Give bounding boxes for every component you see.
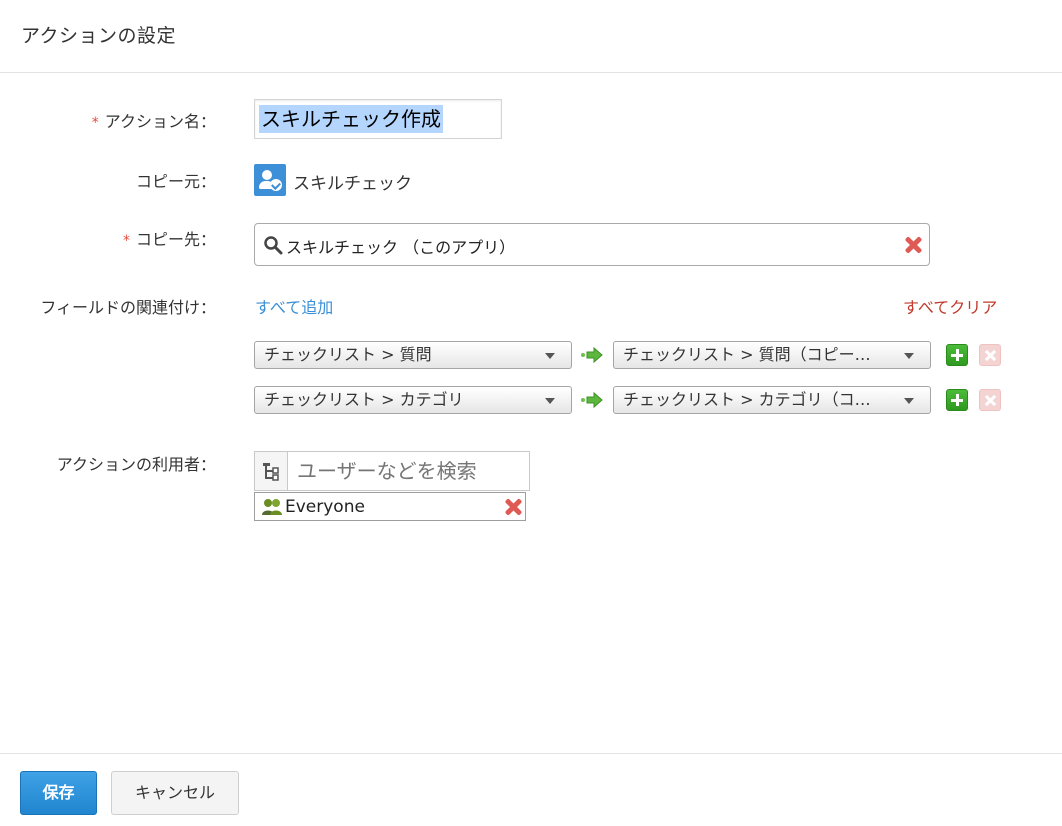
user-search-input[interactable] [288, 451, 530, 491]
map-arrow-icon [581, 391, 603, 409]
copy-dest-value: スキルチェック （このアプリ） [286, 238, 516, 257]
user-entity-name: Everyone [285, 497, 365, 517]
chevron-down-icon [904, 353, 914, 359]
add-mapping-button[interactable] [946, 344, 968, 366]
search-icon [264, 236, 283, 255]
clear-all-link[interactable]: すべてクリア [903, 294, 997, 318]
dest-field-select[interactable]: チェックリスト > 質問（コピー… [613, 341, 931, 369]
remove-mapping-button[interactable] [979, 344, 1001, 366]
chevron-down-icon [904, 398, 914, 404]
field-mapping-label: フィールドの関連付け： [40, 298, 216, 317]
clear-copy-dest-icon[interactable] [903, 235, 923, 255]
org-tree-icon [263, 463, 279, 481]
action-name-label: * アクション名： [91, 112, 216, 131]
action-name-input[interactable]: スキルチェック作成 [254, 99, 502, 139]
chevron-down-icon [545, 353, 555, 359]
group-icon [262, 499, 282, 515]
required-mark: * [91, 115, 99, 131]
chevron-down-icon [545, 398, 555, 404]
dialog-header: アクションの設定 [0, 0, 1062, 73]
copy-source-label: コピー元： [135, 172, 216, 191]
user-entity-chip: Everyone [254, 492, 526, 521]
map-arrow-icon [581, 346, 603, 364]
required-mark: * [122, 233, 130, 249]
add-mapping-button[interactable] [946, 389, 968, 411]
app-person-check-icon [254, 164, 286, 196]
action-users-label: アクションの利用者： [56, 455, 216, 474]
remove-entity-icon[interactable] [503, 497, 523, 517]
copy-source-app-name: スキルチェック [293, 174, 412, 194]
copy-dest-label: * コピー先： [122, 230, 216, 249]
remove-mapping-button[interactable] [979, 389, 1001, 411]
source-field-select[interactable]: チェックリスト > カテゴリ [254, 386, 572, 414]
save-button[interactable]: 保存 [20, 771, 97, 815]
action-name-value: スキルチェック作成 [259, 105, 443, 133]
add-all-link[interactable]: すべて追加 [255, 294, 333, 318]
source-field-select[interactable]: チェックリスト > 質問 [254, 341, 572, 369]
dest-field-select[interactable]: チェックリスト > カテゴリ（コ… [613, 386, 931, 414]
dialog-title: アクションの設定 [21, 25, 177, 47]
copy-dest-search-box[interactable]: スキルチェック （このアプリ） [254, 223, 930, 266]
cancel-button[interactable]: キャンセル [111, 771, 239, 815]
org-tree-button[interactable] [254, 451, 288, 491]
